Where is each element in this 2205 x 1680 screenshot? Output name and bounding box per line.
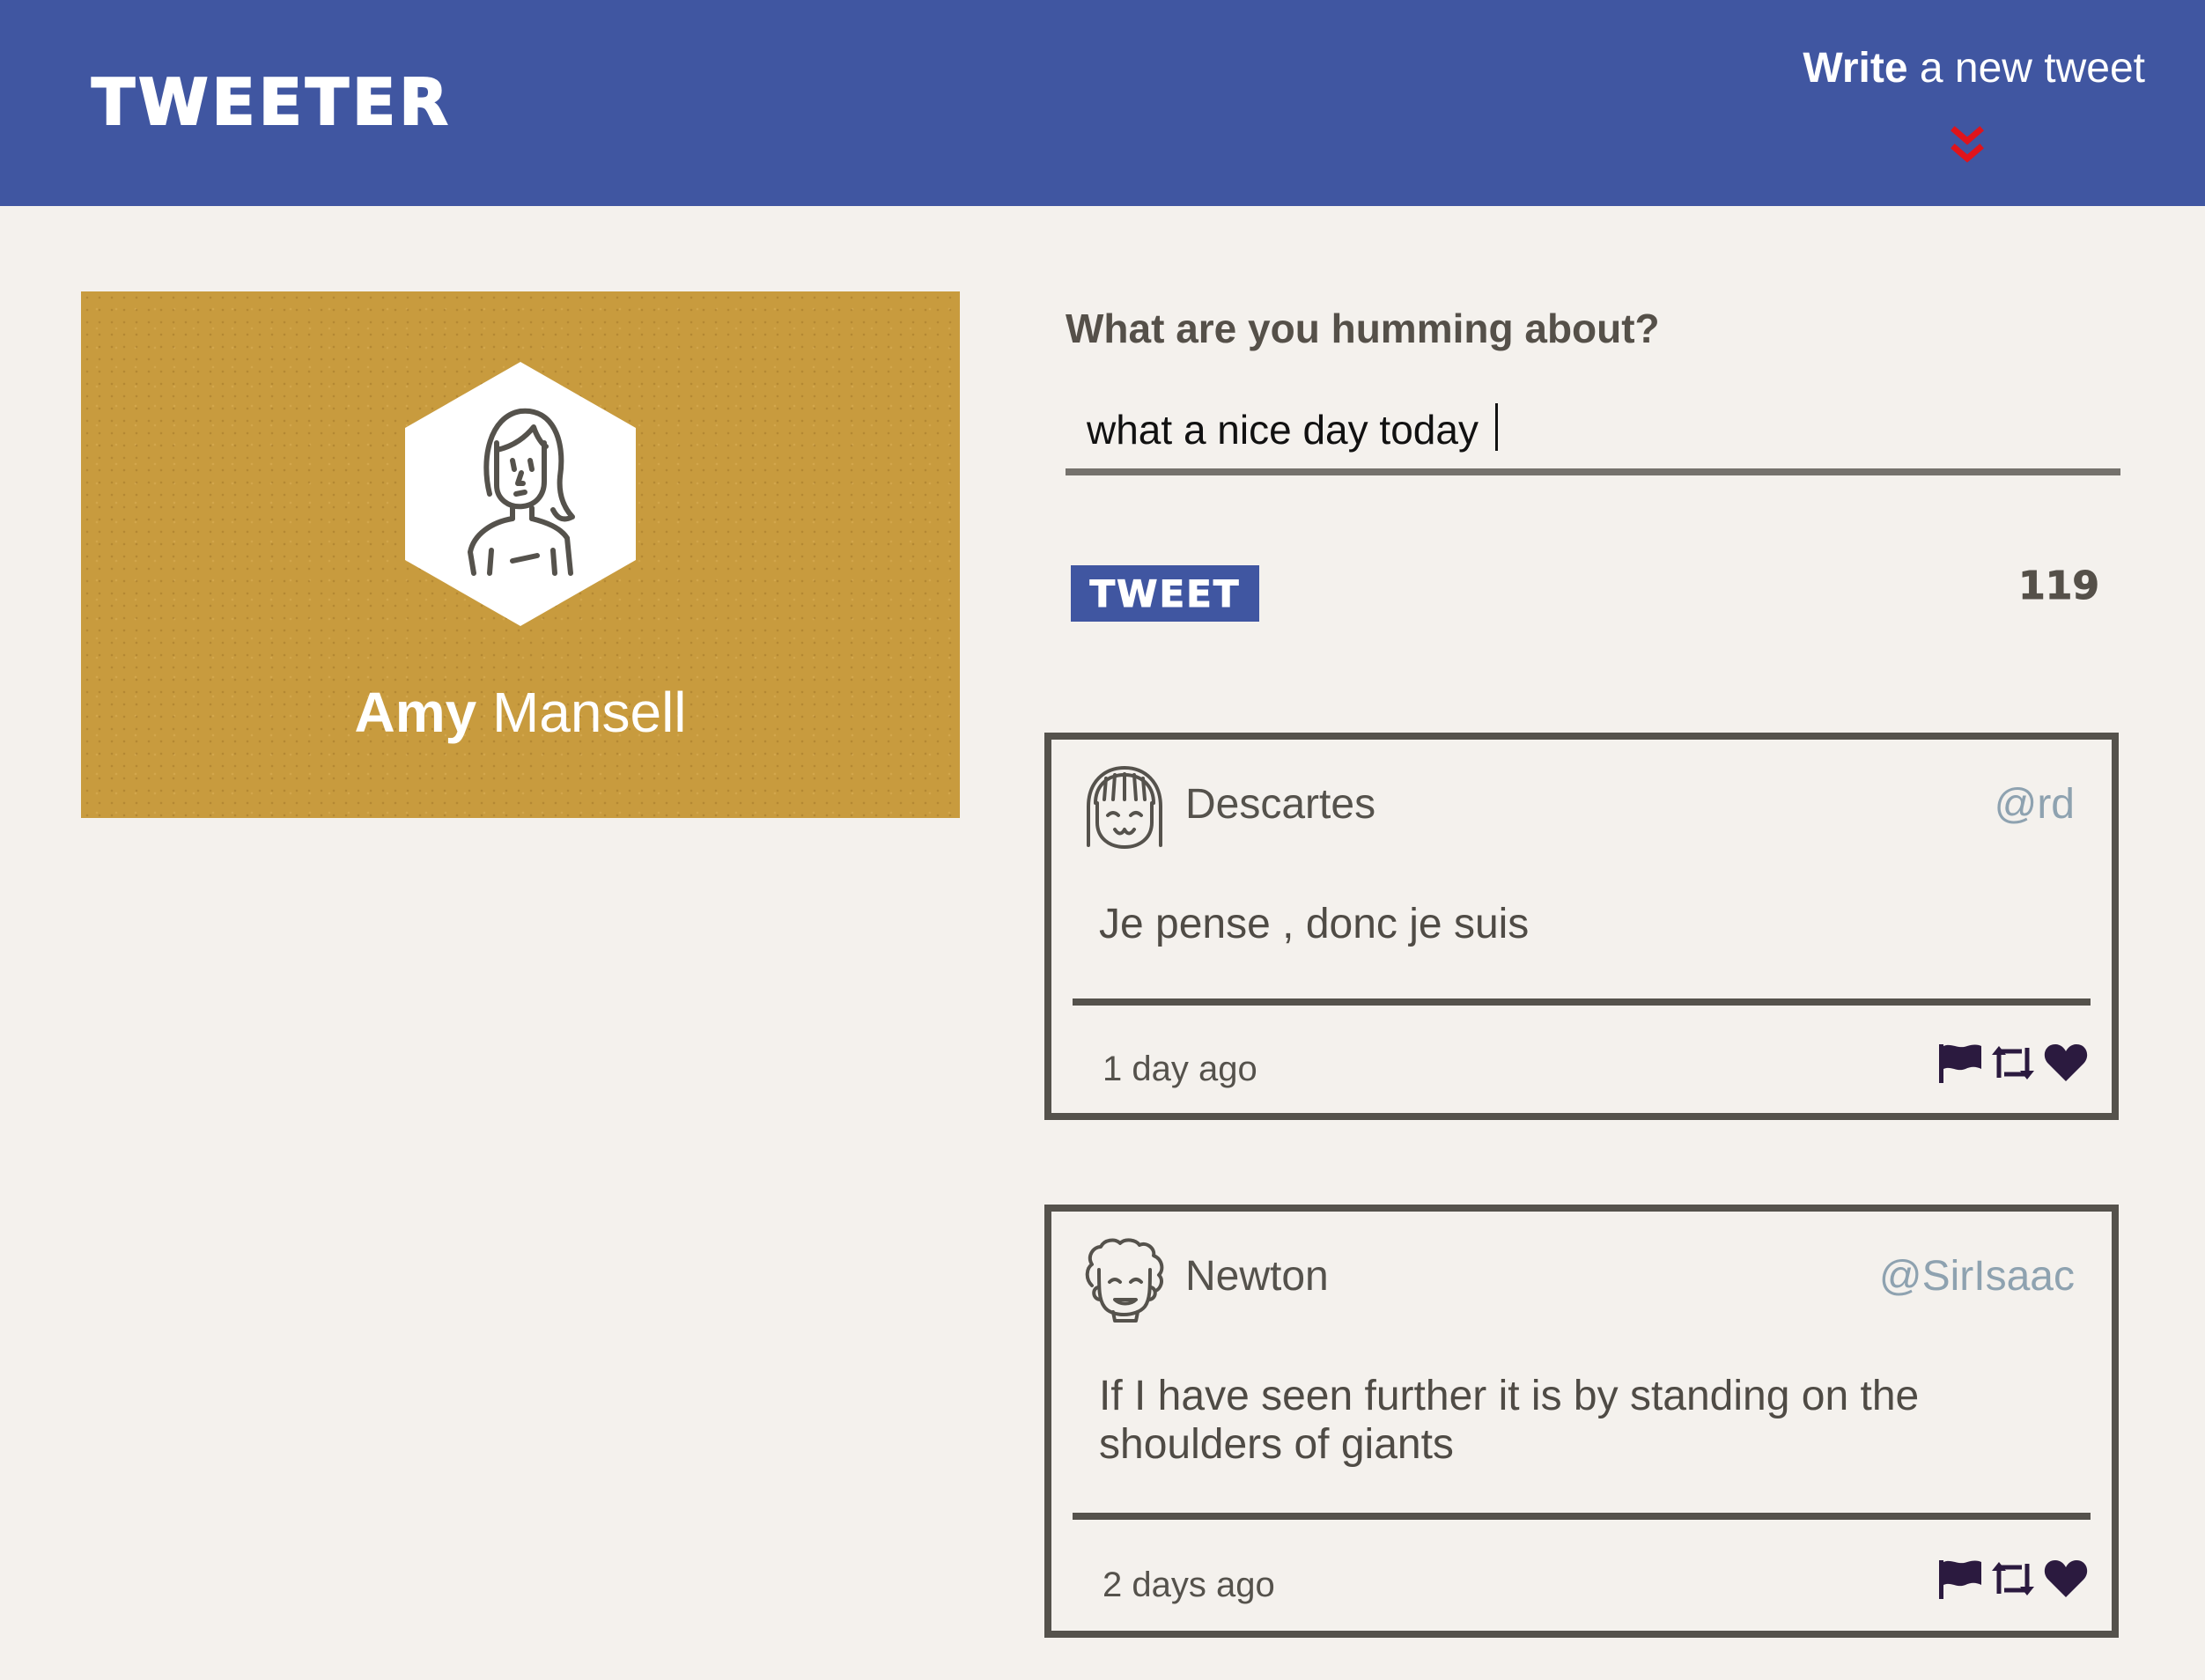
tweet-author-handle[interactable]: @SirIsaac [1879,1256,2075,1298]
tweet-text-input[interactable] [1066,391,2120,475]
heart-icon[interactable] [2043,1043,2089,1083]
tweet-card: Descartes @rd Je pense , donc je suis 1 … [1044,733,2119,1120]
flag-icon[interactable] [1937,1558,1983,1599]
retweet-icon[interactable] [1990,1558,2036,1599]
tweet-composer: What are you humming about? TWEET 119 [1066,306,2120,622]
tweet-divider [1073,998,2091,1006]
text-caret [1495,403,1498,451]
tweet-author-name: Newton [1185,1253,1329,1300]
woman-avatar-icon [405,362,636,626]
write-new-tweet-toggle[interactable]: Write a new tweet [1758,48,2145,163]
profile-first-name: Amy [354,681,477,744]
tweet-text: If I have seen further it is by standing… [1099,1373,1920,1469]
write-new-tweet-label[interactable]: Write a new tweet [1758,48,2145,90]
flag-icon[interactable] [1937,1043,1983,1083]
tweet-divider [1073,1513,2091,1520]
tweet-author-name: Descartes [1185,781,1376,828]
tweet-actions [1937,1558,2089,1599]
smiling-face-avatar-icon [1087,766,1162,849]
curly-hair-avatar-icon [1085,1238,1164,1323]
profile-card: Amy Mansell [81,291,960,818]
tweet-timestamp: 1 day ago [1102,1050,1257,1088]
tweet-submit-button[interactable]: TWEET [1071,565,1259,622]
heart-icon[interactable] [2043,1558,2089,1599]
character-counter: 119 [2018,564,2100,609]
write-new-tweet-label-rest: a new tweet [1907,45,2145,92]
write-new-tweet-label-strong: Write [1803,45,1908,92]
tweet-author-handle[interactable]: @rd [1995,784,2075,826]
tweet-actions [1937,1043,2089,1083]
profile-last-name: Mansell [476,681,687,744]
retweet-icon[interactable] [1990,1043,2036,1083]
tweet-text: Je pense , donc je suis [1099,901,1530,947]
top-nav-bar: TWEETER Write a new tweet [0,0,2205,206]
tweet-card: Newton @SirIsaac If I have seen further … [1044,1205,2119,1638]
composer-prompt: What are you humming about? [1066,306,1660,351]
tweet-timestamp: 2 days ago [1102,1566,1275,1604]
double-chevron-down-icon[interactable] [1950,125,1985,166]
brand-logo[interactable]: TWEETER [91,70,452,135]
profile-name: Amy Mansell [81,684,960,741]
